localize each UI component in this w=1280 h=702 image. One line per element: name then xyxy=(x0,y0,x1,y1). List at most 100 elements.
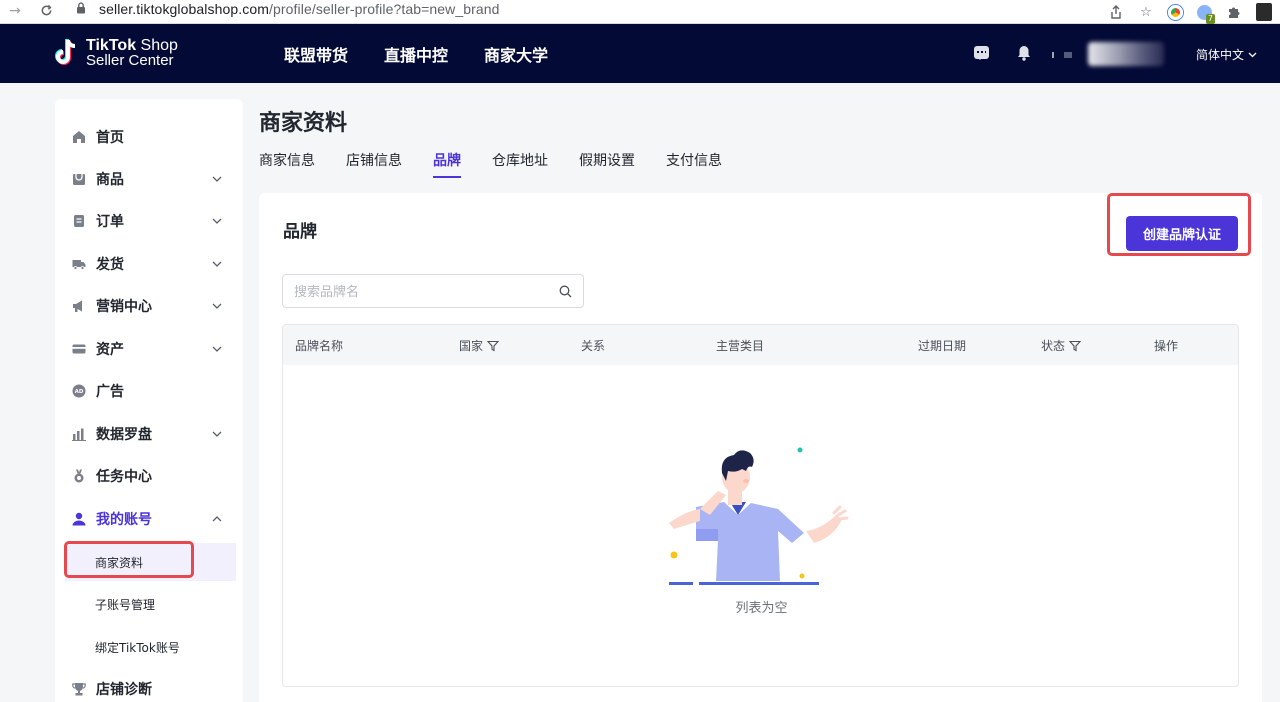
top-nav: 联盟带货 直播中控 商家大学 xyxy=(284,24,548,83)
url-host: seller.tiktokglobalshop.com xyxy=(99,1,270,17)
empty-state-text: 列表为空 xyxy=(735,601,788,616)
product-icon xyxy=(73,174,85,185)
tiktok-logo-icon xyxy=(54,38,80,68)
extension-badge: 7 xyxy=(1205,13,1215,24)
puzzle-icon[interactable] xyxy=(1226,4,1242,20)
sidebar-item-assets[interactable]: 资产 xyxy=(55,328,243,370)
sidebar-subitem-label: 绑定TikTok账号 xyxy=(95,640,180,655)
chevron-down-icon xyxy=(212,346,222,352)
table-header: 品牌名称 国家 关系 主营类目 过期日期 状态 操作 xyxy=(283,325,1238,365)
tab-brand[interactable]: 品牌 xyxy=(433,150,461,178)
language-selector[interactable]: 简体中文 xyxy=(1196,46,1257,63)
extension-icon[interactable]: 7 xyxy=(1197,4,1215,24)
sidebar-item-data-compass[interactable]: 数据罗盘 xyxy=(55,413,243,455)
avatar xyxy=(1088,42,1164,66)
share-icon[interactable] xyxy=(1108,4,1124,20)
column-header: 状态 xyxy=(1041,339,1066,353)
sidebar-item-label: 资产 xyxy=(96,342,124,358)
lock-icon[interactable] xyxy=(76,2,86,17)
empty-illustration-icon xyxy=(669,447,849,585)
sidebar: 首页 商品 订单 发货 营销中心 资产 AD 广告 数据罗盘 任务中心 我的账号… xyxy=(55,99,243,702)
sidebar-item-label: 首页 xyxy=(96,130,124,146)
truck-icon xyxy=(72,260,86,270)
sidebar-item-products[interactable]: 商品 xyxy=(55,158,243,200)
profile-tabs: 商家信息 店铺信息 品牌 仓库地址 假期设置 支付信息 xyxy=(259,150,753,180)
column-header: 过期日期 xyxy=(918,339,967,353)
top-nav-affiliate[interactable]: 联盟带货 xyxy=(284,42,348,66)
bell-icon[interactable] xyxy=(1017,45,1031,61)
top-nav-seller-university[interactable]: 商家大学 xyxy=(484,42,548,66)
sidebar-item-task-center[interactable]: 任务中心 xyxy=(55,455,243,497)
tab-warehouse[interactable]: 仓库地址 xyxy=(492,150,548,178)
sidebar-item-marketing[interactable]: 营销中心 xyxy=(55,285,243,327)
tab-seller-info[interactable]: 商家信息 xyxy=(259,150,315,178)
sidebar-item-shipping[interactable]: 发货 xyxy=(55,243,243,285)
filter-icon[interactable] xyxy=(487,340,500,352)
card-icon xyxy=(72,344,86,354)
home-icon xyxy=(73,131,85,143)
sidebar-item-label: 任务中心 xyxy=(96,469,152,485)
sidebar-item-label: 营销中心 xyxy=(96,299,152,315)
highlight-annotation xyxy=(64,541,194,578)
chevron-down-icon xyxy=(212,431,222,437)
tiktok-shop-logo[interactable]: TikTok Shop Seller Center xyxy=(54,38,178,68)
svg-text:AD: AD xyxy=(75,389,84,395)
user-icon xyxy=(72,512,86,526)
chevron-down-icon xyxy=(212,218,222,224)
color-picker-extension-icon[interactable] xyxy=(1168,4,1183,20)
sidebar-item-label: 广告 xyxy=(96,384,124,400)
sidebar-item-shop-diagnosis[interactable]: 店铺诊断 xyxy=(55,668,243,702)
order-icon xyxy=(74,215,84,227)
star-icon[interactable]: ☆ xyxy=(1138,4,1154,20)
chevron-down-icon xyxy=(212,261,222,267)
col-expiry-date: 过期日期 xyxy=(918,337,966,354)
column-header: 操作 xyxy=(1154,339,1179,353)
sidebar-item-label: 店铺诊断 xyxy=(96,682,152,698)
sidebar-subitem-sub-accounts[interactable]: 子账号管理 xyxy=(55,585,243,623)
chat-icon[interactable] xyxy=(974,46,989,60)
sidebar-subitem-label: 子账号管理 xyxy=(95,597,156,612)
forward-icon[interactable]: → xyxy=(6,2,24,20)
sidebar-item-orders[interactable]: 订单 xyxy=(55,200,243,242)
chevron-down-icon xyxy=(1248,52,1257,57)
medal-icon xyxy=(74,469,84,483)
tab-payment[interactable]: 支付信息 xyxy=(666,150,722,178)
sidebar-item-label: 商品 xyxy=(96,172,124,188)
reload-icon[interactable] xyxy=(37,1,55,19)
megaphone-icon xyxy=(73,300,82,312)
sidebar-item-label: 我的账号 xyxy=(96,512,152,528)
column-header: 关系 xyxy=(581,339,606,353)
trophy-icon xyxy=(72,683,86,696)
col-main-category: 主营类目 xyxy=(716,337,764,354)
chart-icon xyxy=(72,428,86,441)
col-actions: 操作 xyxy=(1154,337,1178,354)
address-bar[interactable]: seller.tiktokglobalshop.com/profile/sell… xyxy=(99,1,500,17)
sidebar-subitem-bind-tiktok[interactable]: 绑定TikTok账号 xyxy=(55,628,243,666)
sidebar-item-my-account[interactable]: 我的账号 xyxy=(55,498,243,540)
browser-toolbar: → seller.tiktokglobalshop.com/profile/se… xyxy=(0,0,1280,24)
col-brand-name: 品牌名称 xyxy=(295,337,343,354)
page-title: 商家资料 xyxy=(259,111,348,136)
brand-table: 品牌名称 国家 关系 主营类目 过期日期 状态 操作 列表为空 xyxy=(282,324,1239,687)
filter-icon[interactable] xyxy=(1069,340,1082,352)
col-country: 国家 xyxy=(459,337,500,354)
empty-state: 列表为空 xyxy=(283,365,1238,686)
highlight-annotation xyxy=(1107,193,1251,256)
sidebar-item-ads[interactable]: AD 广告 xyxy=(55,370,243,412)
sidebar-item-home[interactable]: 首页 xyxy=(55,116,243,158)
column-header: 品牌名称 xyxy=(295,339,344,353)
search-icon[interactable] xyxy=(559,285,572,298)
column-header: 国家 xyxy=(459,339,484,353)
top-header: TikTok Shop Seller Center 联盟带货 直播中控 商家大学… xyxy=(0,24,1280,83)
sidebar-item-label: 订单 xyxy=(96,214,124,230)
chevron-down-icon xyxy=(212,303,222,309)
tab-shop-info[interactable]: 店铺信息 xyxy=(346,150,402,178)
window-menu-icon[interactable] xyxy=(1256,3,1272,21)
language-label: 简体中文 xyxy=(1196,48,1245,62)
top-nav-live-control[interactable]: 直播中控 xyxy=(384,42,448,66)
tab-holiday[interactable]: 假期设置 xyxy=(579,150,635,178)
user-account-menu[interactable] xyxy=(1052,42,1168,66)
brand-card: 品牌 创建品牌认证 品牌名称 国家 关系 主营类目 过期日期 状态 操作 xyxy=(259,193,1262,702)
brand-search-input[interactable] xyxy=(294,282,544,302)
column-header: 主营类目 xyxy=(716,339,765,353)
